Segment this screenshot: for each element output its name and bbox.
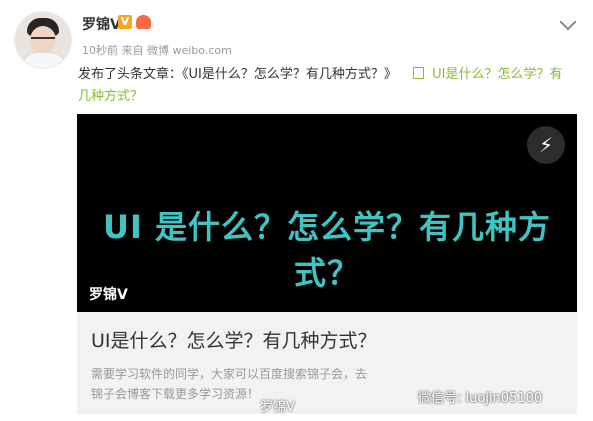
username[interactable]: 罗锦V bbox=[82, 14, 121, 34]
post-text: 发布了头条文章：《UI是什么？怎么学？有几种方式？》 UI是什么？怎么学？有几种… bbox=[78, 64, 568, 108]
post-meta: 10秒前 来自 微博 weibo.com bbox=[82, 44, 232, 57]
bolt-icon[interactable]: ⚡ bbox=[527, 126, 565, 164]
wechat-watermark: 微信号: luojin05100 bbox=[418, 391, 543, 406]
vip-v-icon: V bbox=[118, 15, 132, 29]
post-text-body: 发布了头条文章：《UI是什么？怎么学？有几种方式？》 bbox=[78, 67, 397, 82]
avatar-glasses bbox=[31, 37, 55, 44]
weibo-watermark: 罗锦V bbox=[260, 400, 295, 415]
chevron-down-icon[interactable] bbox=[559, 13, 577, 31]
member-badge-icon[interactable] bbox=[136, 15, 151, 29]
article-cover-image[interactable]: ⚡ UI 是什么？怎么学？有几种方式？ 罗锦V bbox=[77, 114, 577, 312]
article-link-icon[interactable] bbox=[413, 67, 424, 79]
avatar-shirt bbox=[19, 52, 69, 68]
cover-headline: UI 是什么？怎么学？有几种方式？ bbox=[102, 208, 552, 292]
cover-watermark: 罗锦V bbox=[89, 287, 128, 303]
article-title[interactable]: UI是什么？怎么学？有几种方式？ bbox=[91, 326, 377, 353]
article-description: 需要学习软件的同学，大家可以百度搜索锦子会，去锦子会博客下载更多学习资源！ bbox=[91, 367, 368, 401]
avatar[interactable] bbox=[15, 12, 71, 68]
